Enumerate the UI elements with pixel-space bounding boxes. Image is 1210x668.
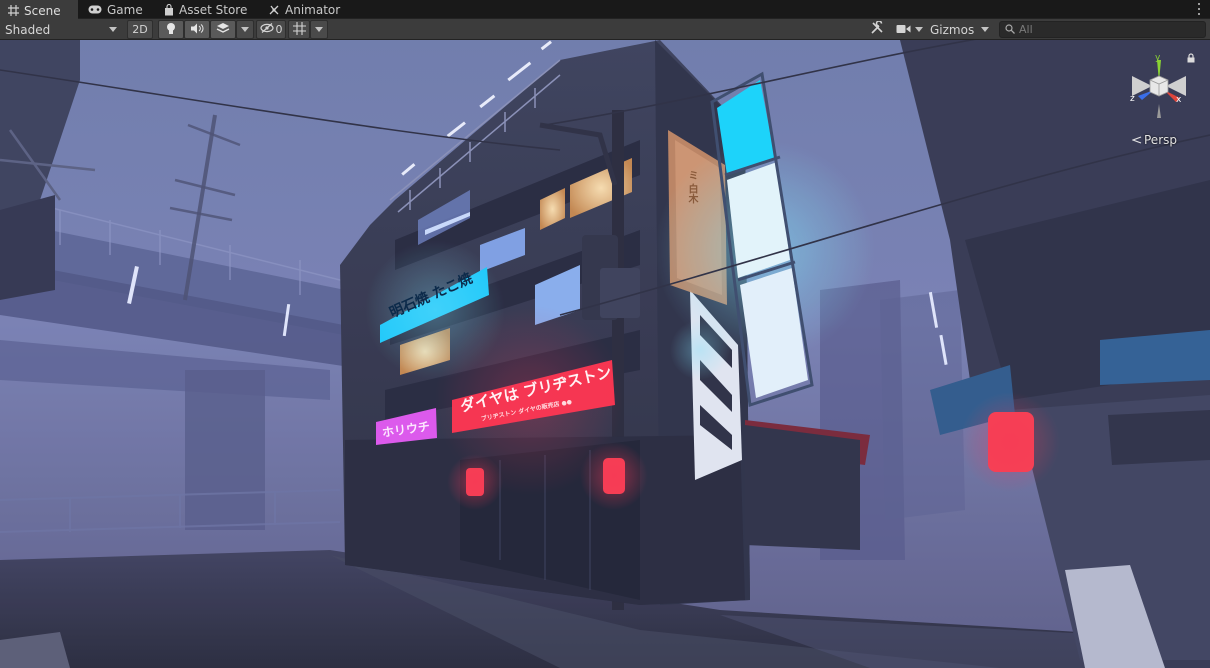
gizmo-y-label: y	[1155, 53, 1161, 63]
effects-dropdown-button[interactable]	[236, 20, 254, 39]
grid-snap-icon	[292, 21, 306, 38]
tab-scene[interactable]: Scene	[0, 0, 78, 19]
grid-icon	[8, 5, 19, 16]
effects-toggle-button[interactable]	[210, 20, 236, 39]
tab-scene-label: Scene	[24, 3, 61, 18]
search-input[interactable]	[1019, 23, 1199, 36]
effects-layers-icon	[216, 22, 230, 37]
scene-render	[0, 40, 1210, 668]
scene-toolbar: Shaded 2D 0 Gizmos All	[0, 19, 1210, 40]
gizmos-label: Gizmos	[930, 22, 975, 37]
toggle-2d-label: 2D	[132, 23, 148, 36]
tab-game[interactable]: Game	[80, 0, 156, 19]
tab-animator-label: Animator	[285, 2, 341, 17]
hidden-object-count: 0	[275, 23, 283, 36]
tab-game-label: Game	[107, 2, 143, 17]
camera-icon	[896, 23, 911, 37]
chevron-down-icon	[109, 27, 117, 32]
scene-search-field[interactable]	[999, 21, 1206, 38]
animator-icon	[268, 4, 280, 16]
chevron-down-icon	[981, 27, 989, 32]
window-tab-strip: Scene Game Asset Store Animator	[0, 0, 1210, 19]
toggle-2d-button[interactable]: 2D	[127, 20, 153, 39]
tab-asset-store-label: Asset Store	[179, 2, 248, 17]
lighting-toggle-button[interactable]	[158, 20, 184, 39]
chevron-down-icon	[241, 27, 249, 32]
gizmos-button[interactable]: Gizmos	[926, 20, 976, 39]
scene-visibility-button[interactable]: 0	[256, 20, 286, 39]
eye-slash-icon	[259, 23, 274, 36]
chevron-down-icon	[915, 27, 923, 32]
light-bulb-icon	[166, 22, 176, 38]
search-icon	[1005, 23, 1015, 37]
audio-toggle-button[interactable]	[184, 20, 210, 39]
lock-icon[interactable]	[1186, 53, 1196, 63]
projection-toggle[interactable]: Persp	[1131, 133, 1177, 147]
perspective-icon	[1131, 133, 1142, 147]
camera-settings-dropdown[interactable]	[914, 20, 924, 39]
tab-asset-store[interactable]: Asset Store	[156, 0, 256, 19]
grid-toggle-button[interactable]	[288, 20, 310, 39]
shading-mode-dropdown[interactable]: Shaded	[0, 20, 122, 39]
tools-button[interactable]	[865, 20, 889, 39]
shading-mode-value: Shaded	[5, 22, 51, 37]
more-options-icon[interactable]	[1196, 2, 1202, 16]
orange-vertical-sign: ミ 白木	[686, 170, 697, 204]
gizmos-dropdown-button[interactable]	[976, 20, 994, 39]
tab-animator[interactable]: Animator	[260, 0, 350, 19]
camera-settings-button[interactable]	[890, 20, 916, 39]
chevron-down-icon	[315, 27, 323, 32]
gizmo-x-label: x	[1176, 95, 1182, 105]
grid-dropdown-button[interactable]	[310, 20, 328, 39]
wrench-screwdriver-icon	[870, 20, 884, 38]
shopping-bag-icon	[164, 3, 174, 16]
orientation-gizmo[interactable]: y x z	[1124, 52, 1194, 118]
gizmo-z-label: z	[1130, 94, 1135, 104]
scene-viewport[interactable]: 明石焼 たこ焼 ダイヤは ブリヂストン ブリヂストン ダイヤの販売店 ●● ホリ…	[0, 40, 1210, 668]
projection-label: Persp	[1144, 133, 1177, 147]
speaker-icon	[190, 23, 204, 37]
gamepad-icon	[88, 5, 102, 14]
